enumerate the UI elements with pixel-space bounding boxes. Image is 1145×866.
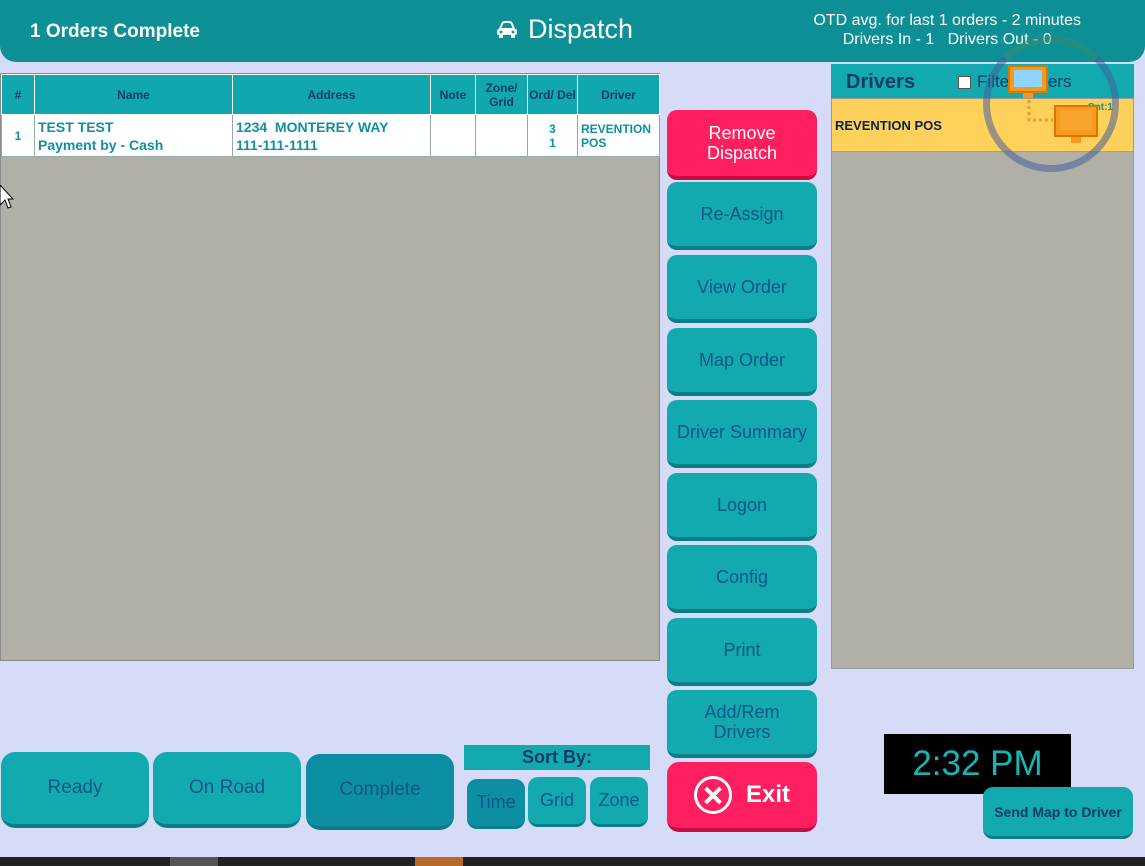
page-title-text: Dispatch xyxy=(528,14,634,44)
tab-complete[interactable]: Complete xyxy=(306,754,454,830)
drivers-title: Drivers xyxy=(846,71,915,93)
order-num: 1 xyxy=(1,114,35,157)
sort-grid-button[interactable]: Grid xyxy=(528,777,586,827)
orders-header-row: # Name Address Note Zone/ Grid Ord/ Del … xyxy=(1,74,660,115)
order-zone xyxy=(475,114,528,157)
view-order-button[interactable]: View Order xyxy=(667,255,817,323)
tab-ready-label: Ready xyxy=(47,777,103,798)
filter-orders-checkbox[interactable] xyxy=(958,75,971,89)
config-button[interactable]: Config xyxy=(667,545,817,613)
map-order-label: Map Order xyxy=(698,350,786,370)
table-row[interactable]: 1 TEST TEST Payment by - Cash 1234 MONTE… xyxy=(1,114,660,157)
re-assign-label: Re-Assign xyxy=(700,204,784,224)
remote-desktop-icon xyxy=(1008,65,1098,143)
exit-label: Exit xyxy=(745,781,790,808)
payment-method: Payment by - Cash xyxy=(38,136,164,153)
col-address[interactable]: Address xyxy=(232,74,431,115)
send-map-label: Send Map to Driver xyxy=(994,803,1122,820)
tab-complete-label: Complete xyxy=(339,779,421,800)
street-address: 1234 MONTEREY WAY xyxy=(236,118,389,135)
tab-ready[interactable]: Ready xyxy=(1,752,149,828)
col-ord-del[interactable]: Ord/ Del xyxy=(527,74,578,115)
print-button[interactable]: Print xyxy=(667,618,817,686)
sort-by-label: Sort By: xyxy=(464,745,650,770)
driver-name: REVENTION POS xyxy=(835,117,942,133)
col-driver[interactable]: Driver xyxy=(577,74,660,115)
config-label: Config xyxy=(715,567,769,587)
sort-time-label: Time xyxy=(476,792,516,812)
taskbar xyxy=(0,857,1145,866)
sort-grid-label: Grid xyxy=(539,790,574,810)
orders-complete-count: 1 Orders Complete xyxy=(30,21,200,42)
orders-table: # Name Address Note Zone/ Grid Ord/ Del … xyxy=(1,74,660,157)
ord-count: 3 xyxy=(549,121,556,136)
col-note[interactable]: Note xyxy=(430,74,476,115)
close-circle-icon xyxy=(693,776,732,814)
drivers-in-out: Drivers In - 1 Drivers Out - 0 xyxy=(842,31,1052,48)
car-icon xyxy=(497,20,517,38)
taskbar-item[interactable] xyxy=(170,857,218,866)
remove-dispatch-label: Remove Dispatch xyxy=(706,123,778,163)
sort-zone-label: Zone xyxy=(598,790,640,810)
phone-number: 111-111-1111 xyxy=(236,136,318,153)
driver-line2: POS xyxy=(581,135,607,150)
clock-display: 2:32 PM xyxy=(884,734,1071,794)
send-map-to-driver-button[interactable]: Send Map to Driver xyxy=(983,787,1133,839)
tab-on-road-label: On Road xyxy=(188,777,266,798)
mouse-cursor-icon xyxy=(0,185,14,209)
order-driver: REVENTION POS xyxy=(577,114,660,157)
taskbar-item[interactable] xyxy=(415,857,463,866)
print-label: Print xyxy=(723,640,761,660)
driver-summary-button[interactable]: Driver Summary xyxy=(667,400,817,468)
del-count: 1 xyxy=(549,135,556,150)
driver-summary-label: Driver Summary xyxy=(676,422,807,442)
driver-line1: REVENTION xyxy=(581,121,652,136)
map-order-button[interactable]: Map Order xyxy=(667,328,817,396)
add-rem-drivers-label: Add/Rem Drivers xyxy=(704,702,780,742)
sort-zone-button[interactable]: Zone xyxy=(590,777,648,827)
tab-on-road[interactable]: On Road xyxy=(153,752,301,828)
exit-button[interactable]: Exit xyxy=(667,762,817,832)
re-assign-button[interactable]: Re-Assign xyxy=(667,182,817,250)
order-name: TEST TEST Payment by - Cash xyxy=(34,114,233,157)
delivery-stats: OTD avg. for last 1 orders - 2 minutes D… xyxy=(813,11,1081,49)
col-zone-grid[interactable]: Zone/ Grid xyxy=(475,74,528,115)
col-name[interactable]: Name xyxy=(34,74,233,115)
sort-time-button[interactable]: Time xyxy=(467,779,525,829)
col-num[interactable]: # xyxy=(1,74,35,115)
title-bar: 1 Orders Complete Dispatch OTD avg. for … xyxy=(0,0,1145,62)
otd-average: OTD avg. for last 1 orders - 2 minutes xyxy=(813,12,1081,29)
orders-grid[interactable]: # Name Address Note Zone/ Grid Ord/ Del … xyxy=(0,73,660,661)
logon-button[interactable]: Logon xyxy=(667,473,817,541)
order-note xyxy=(430,114,476,157)
page-title: Dispatch xyxy=(496,14,633,45)
order-address: 1234 MONTEREY WAY 111-111-1111 xyxy=(232,114,431,157)
remove-dispatch-button[interactable]: Remove Dispatch xyxy=(667,110,817,180)
drivers-list[interactable]: REVENTION POS Cnt:1 xyxy=(831,98,1134,669)
view-order-label: View Order xyxy=(697,277,787,297)
order-ord-del: 3 1 xyxy=(527,114,578,157)
logon-label: Logon xyxy=(716,495,768,515)
customer-name: TEST TEST xyxy=(38,118,114,135)
add-rem-drivers-button[interactable]: Add/Rem Drivers xyxy=(667,690,817,758)
